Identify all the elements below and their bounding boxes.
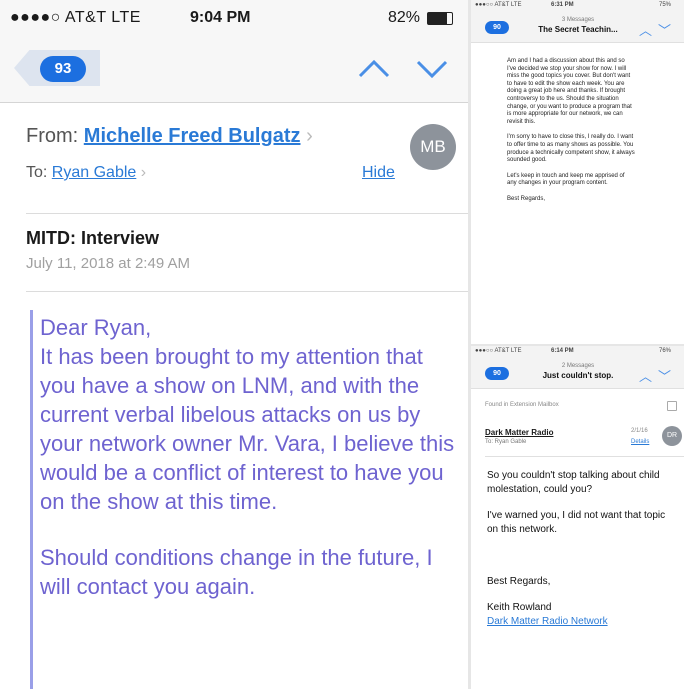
status-bar: ●●●○○ AT&T LTE 6:31 PM 75% — [471, 0, 684, 12]
body-paragraph: So you couldn't stop talking about child… — [487, 470, 660, 495]
details-link[interactable]: Details — [631, 439, 649, 445]
clock: 6:14 PM — [551, 348, 574, 354]
message-count: 3 Messages — [561, 17, 595, 23]
battery-percent: 76% — [659, 348, 672, 354]
message-date: 2/1/16 — [631, 428, 648, 434]
recipient-link[interactable]: Ryan Gable — [52, 164, 137, 181]
body-paragraph: It has been brought to my attention that… — [40, 344, 455, 514]
thread-title: 2 Messages Just couldn't stop. — [523, 362, 633, 380]
mailbox-label: Found in Extension Mailbox — [485, 402, 559, 408]
body-paragraph: I'm sorry to have to close this, I reall… — [507, 134, 635, 164]
up-down-arrows-icon[interactable]: ︿﹀ — [639, 20, 677, 39]
avatar[interactable]: MB — [410, 124, 456, 170]
closing: Best Regards, — [487, 576, 551, 587]
up-down-arrows-icon[interactable]: ︿﹀ — [639, 366, 677, 385]
divider — [26, 291, 468, 292]
signature-name: Keith Rowland — [487, 602, 552, 613]
thread-title: 3 Messages The Secret Teachin... — [523, 16, 633, 34]
clock: 9:04 PM — [190, 9, 251, 26]
thread-subject: The Secret Teachin... — [538, 25, 618, 34]
carrier-label: ●●●○○ AT&T LTE — [475, 348, 522, 354]
chevron-right-icon: › — [306, 125, 313, 147]
message-date: July 11, 2018 at 2:49 AM — [26, 255, 190, 272]
unread-count-badge[interactable]: 93 — [40, 56, 86, 82]
message-count: 2 Messages — [561, 363, 595, 369]
from-row: From: Michelle Freed Bulgatz › — [26, 125, 313, 148]
battery-percent: 75% — [659, 2, 672, 8]
hide-details-link[interactable]: Hide — [362, 164, 395, 182]
nav-bar: 93 — [0, 36, 468, 103]
clock: 6:31 PM — [551, 2, 574, 8]
trash-icon[interactable] — [667, 401, 677, 411]
from-label: From: — [26, 125, 79, 147]
message-subject: MITD: Interview — [26, 228, 160, 248]
chevron-right-icon: › — [140, 164, 147, 181]
nav-bar: 90 2 Messages Just couldn't stop. ︿﹀ — [471, 358, 684, 389]
message-body: Am and I had a discussion about this and… — [507, 58, 635, 212]
next-message-icon[interactable] — [414, 54, 450, 84]
secondary-email-screen-bottom: ●●●○○ AT&T LTE 6:14 PM 76% 90 2 Messages… — [471, 346, 684, 689]
greeting: Dear Ryan, — [40, 315, 152, 340]
signature-link[interactable]: Dark Matter Radio Network — [487, 616, 608, 627]
carrier-label: ●●●○○ AT&T LTE — [475, 2, 522, 8]
secondary-email-screen-top: ●●●○○ AT&T LTE 6:31 PM 75% 90 3 Messages… — [471, 0, 684, 344]
body-paragraph: Am and I had a discussion about this and… — [507, 58, 632, 125]
body-paragraph: Should conditions change in the future, … — [40, 545, 433, 599]
nav-bar: 90 3 Messages The Secret Teachin... ︿﹀ — [471, 12, 684, 43]
status-bar: ●●●●○ AT&T LTE 9:04 PM 82% — [0, 0, 468, 36]
status-bar: ●●●○○ AT&T LTE 6:14 PM 76% — [471, 346, 684, 358]
sender-link[interactable]: Dark Matter Radio — [485, 428, 553, 437]
unread-count-badge[interactable]: 90 — [485, 21, 509, 34]
thread-subject: Just couldn't stop. — [542, 371, 614, 380]
carrier-label: ●●●●○ AT&T LTE — [10, 9, 141, 26]
message-body: So you couldn't stop talking about child… — [487, 469, 667, 629]
message-body: Dear Ryan, It has been brought to my att… — [40, 313, 464, 601]
divider — [485, 456, 684, 457]
battery-percent: 82% — [388, 9, 421, 26]
battery-icon — [427, 12, 453, 25]
to-label: To: — [26, 164, 48, 181]
unread-count-badge[interactable]: 90 — [485, 367, 509, 380]
main-email-screen: ●●●●○ AT&T LTE 9:04 PM 82% 93 From: Mich… — [0, 0, 468, 689]
closing: Best Regards, — [507, 195, 546, 202]
avatar[interactable]: DR — [662, 426, 682, 446]
previous-message-icon[interactable] — [356, 54, 392, 84]
sender-link[interactable]: Michelle Freed Bulgatz — [84, 125, 301, 147]
body-paragraph: I've warned you, I did not want that top… — [487, 510, 666, 535]
recipient-line: To: Ryan Gable — [485, 439, 527, 445]
body-paragraph: Let's keep in touch and keep me apprised… — [507, 172, 625, 187]
to-row: To: Ryan Gable › — [26, 164, 146, 182]
divider — [26, 213, 468, 214]
